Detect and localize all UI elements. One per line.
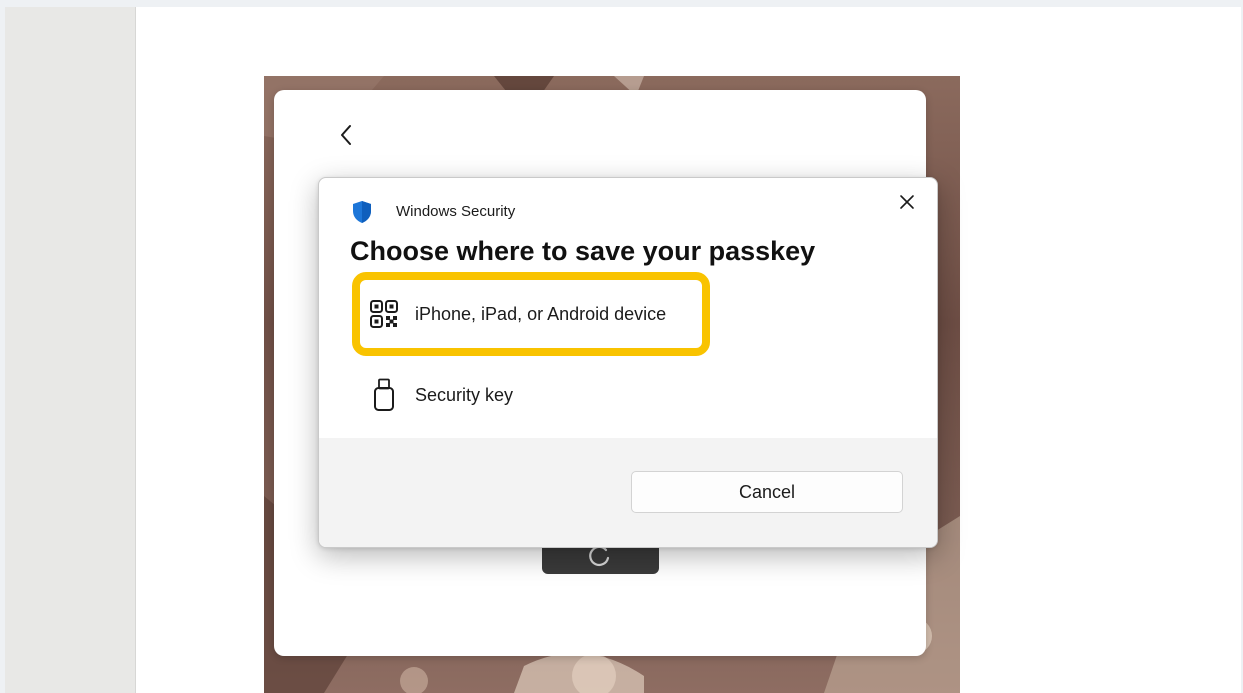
dialog-title: Choose where to save your passkey	[350, 236, 816, 266]
app-name: Windows Security	[396, 203, 516, 220]
usb-key-icon	[369, 378, 399, 411]
close-icon[interactable]	[895, 190, 919, 214]
option-phone-device[interactable]: iPhone, iPad, or Android device	[369, 294, 666, 334]
option-label: iPhone, iPad, or Android device	[415, 303, 667, 324]
option-label: Security key	[415, 384, 514, 405]
qr-code-icon	[369, 298, 399, 330]
back-arrow-icon[interactable]	[334, 120, 358, 150]
windows-security-dialog: Windows Security Choose where to save yo…	[318, 177, 938, 548]
option-security-key[interactable]: Security key	[369, 375, 513, 415]
left-sidebar	[5, 7, 136, 693]
cancel-button[interactable]: Cancel	[631, 471, 903, 513]
shield-icon	[351, 200, 373, 224]
